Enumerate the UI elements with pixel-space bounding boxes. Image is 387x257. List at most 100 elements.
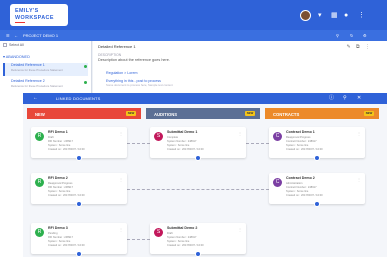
logo-line-2: WORKSPACE — [15, 15, 54, 21]
document-card[interactable]: S Submittal Demo 1 Complete System Number :… — [150, 127, 246, 161]
card-status: Draft — [48, 136, 54, 139]
more-icon[interactable]: ⋮ — [357, 177, 361, 182]
status-dot — [84, 81, 87, 84]
card-created: Created on : 2017/03/07 / 10:00 — [286, 148, 323, 151]
sidebar-item-title: Detailed Reference 2 — [11, 79, 45, 83]
document-type-icon: S — [154, 132, 163, 141]
section-label: ABANDONED — [5, 55, 30, 59]
card-title: RFI Demo 2 — [48, 176, 68, 180]
more-icon[interactable]: ⋮ — [238, 131, 242, 136]
refresh-icon[interactable]: ↻ — [350, 30, 353, 41]
card-created: Created on : 2017/03/07 / 10:00 — [167, 148, 204, 151]
connector-handle-icon[interactable] — [195, 155, 201, 161]
card-title: Submittal Demo 2 — [167, 226, 198, 230]
card-number: System Number : 248917 — [167, 236, 197, 239]
column-name: NEW — [35, 112, 45, 117]
linked-documents-title: LINKED DOCUMENTS — [56, 96, 101, 101]
card-number: Contract Number : 248917 — [286, 140, 317, 143]
document-link[interactable]: Everything in this - post to process Some… — [106, 79, 173, 87]
select-all-row[interactable]: Select All — [3, 43, 88, 48]
card-number: Contract Number : 248917 — [286, 186, 317, 189]
document-card[interactable]: R RFI Demo 1 Draft RFI Number : 248917 Syste… — [31, 127, 127, 161]
settings-icon[interactable]: ⚙ — [363, 30, 367, 41]
card-title: RFI Demo 3 — [48, 226, 68, 230]
project-title[interactable]: PROJECT DEMO 1 — [23, 30, 58, 41]
card-created: Created on : 2017/03/07 / 10:00 — [48, 244, 85, 247]
column-badge: NEW — [364, 111, 374, 116]
status-dot — [84, 65, 87, 68]
info-icon[interactable]: ⓘ — [329, 95, 334, 101]
document-type-icon: R — [35, 228, 44, 237]
detail-title: Detailed Reference 1 — [98, 44, 136, 49]
connector-handle-icon[interactable] — [76, 155, 82, 161]
more-icon[interactable]: ⋮ — [119, 131, 123, 136]
column-header-contracts: CONTRACTS NEW — [265, 108, 379, 119]
linked-documents-header: ← LINKED DOCUMENTS ⓘ ⚲ ✕ — [23, 93, 387, 104]
sidebar-item-subtitle: Reference for these Procedure Statement — [11, 68, 63, 72]
search-icon[interactable]: ⚲ — [343, 95, 347, 101]
top-bar: EMILY'S WORKSPACE ▾ ▦ ● ⋮ — [0, 0, 387, 30]
regulation-link[interactable]: Regulation > Lorem — [106, 71, 137, 75]
document-type-icon: R — [35, 178, 44, 187]
select-all-checkbox[interactable] — [3, 43, 7, 48]
document-card[interactable]: S Submittal Demo 2 Draft System Number : 24… — [150, 223, 246, 257]
connector-handle-icon[interactable] — [314, 201, 320, 207]
workspace-logo[interactable]: EMILY'S WORKSPACE — [10, 4, 68, 26]
sidebar-item-1[interactable]: Detailed Reference 1 Reference for these… — [3, 63, 88, 76]
document-card[interactable]: C Contract Demo 2 Administration Contract N… — [269, 173, 365, 207]
back-arrow-icon[interactable]: ← — [14, 30, 18, 41]
more-icon[interactable]: ⋮ — [119, 177, 123, 182]
card-created: Created on : 2017/03/07 / 10:00 — [286, 194, 323, 197]
description-text: Description about the reference goes her… — [98, 58, 170, 62]
card-number: RFI Number : 248917 — [48, 236, 73, 239]
document-card[interactable]: C Contract Demo 1 Reapproval Progress Contr… — [269, 127, 365, 161]
card-system: System : Some line — [167, 240, 190, 243]
bell-icon[interactable]: ● — [344, 11, 348, 20]
more-icon[interactable]: ⋮ — [119, 227, 123, 232]
document-card[interactable]: R RFI Demo 3 Pending RFI Number : 248917 Sys… — [31, 223, 127, 257]
user-avatar[interactable] — [300, 10, 311, 21]
connector-handle-icon[interactable] — [76, 201, 82, 207]
document-type-icon: C — [273, 132, 282, 141]
filter-icon[interactable]: ⚲ — [336, 30, 339, 41]
sidebar-item-2[interactable]: Detailed Reference 2 Reference for these… — [3, 79, 88, 88]
detail-actions[interactable]: ✎ ⧉ ⋮ — [346, 44, 372, 50]
card-system: System : Some line — [48, 240, 71, 243]
document-type-icon: C — [273, 178, 282, 187]
card-status: Administration — [286, 182, 303, 185]
connector-handle-icon[interactable] — [314, 155, 320, 161]
column-badge: NEW — [245, 111, 255, 116]
card-system: System : Some line — [48, 190, 71, 193]
logo-underline — [15, 22, 25, 23]
more-icon[interactable]: ⋮ — [357, 131, 361, 136]
grid-icon[interactable]: ▦ — [331, 11, 338, 20]
sidebar-item-title: Detailed Reference 1 — [11, 63, 45, 67]
connector-handle-icon[interactable] — [195, 251, 201, 257]
more-icon[interactable]: ⋮ — [358, 11, 365, 20]
column-header-auditions: AUDITIONS NEW — [146, 108, 260, 119]
document-link-sub: Some document to process here, Sample te… — [106, 83, 173, 87]
link-connector — [127, 143, 150, 144]
card-system: System : Some line — [286, 144, 309, 147]
card-status: Complete — [167, 136, 179, 139]
app-window: EMILY'S WORKSPACE ▾ ▦ ● ⋮ ☰ ← PROJECT DE… — [0, 0, 387, 257]
document-card[interactable]: R RFI Demo 2 Reapproval Progress RFI Number… — [31, 173, 127, 207]
description-label: DESCRIPTION — [98, 53, 122, 57]
sidebar-item-subtitle: Reference for these Procedure Statement — [11, 84, 63, 88]
menu-icon[interactable]: ☰ — [6, 30, 10, 41]
card-status: Reapproval Progress — [48, 182, 73, 185]
card-system: System : Some line — [167, 144, 190, 147]
back-arrow-icon[interactable]: ← — [33, 95, 38, 101]
column-badge: NEW — [126, 111, 136, 116]
sidebar-section-header[interactable]: ▾ ABANDONED — [3, 54, 88, 59]
card-status: Reapproval Progress — [286, 136, 311, 139]
linked-documents-board: NEW NEW AUDITIONS NEW CONTRACTS NEW R RFI… — [23, 104, 387, 257]
card-title: Submittal Demo 1 — [167, 130, 198, 134]
link-connector — [246, 143, 269, 144]
card-title: RFI Demo 1 — [48, 130, 68, 134]
chevron-down-icon[interactable]: ▾ — [318, 11, 322, 20]
link-connector — [127, 189, 269, 190]
close-icon[interactable]: ✕ — [357, 95, 361, 101]
more-icon[interactable]: ⋮ — [238, 227, 242, 232]
connector-handle-icon[interactable] — [76, 251, 82, 257]
